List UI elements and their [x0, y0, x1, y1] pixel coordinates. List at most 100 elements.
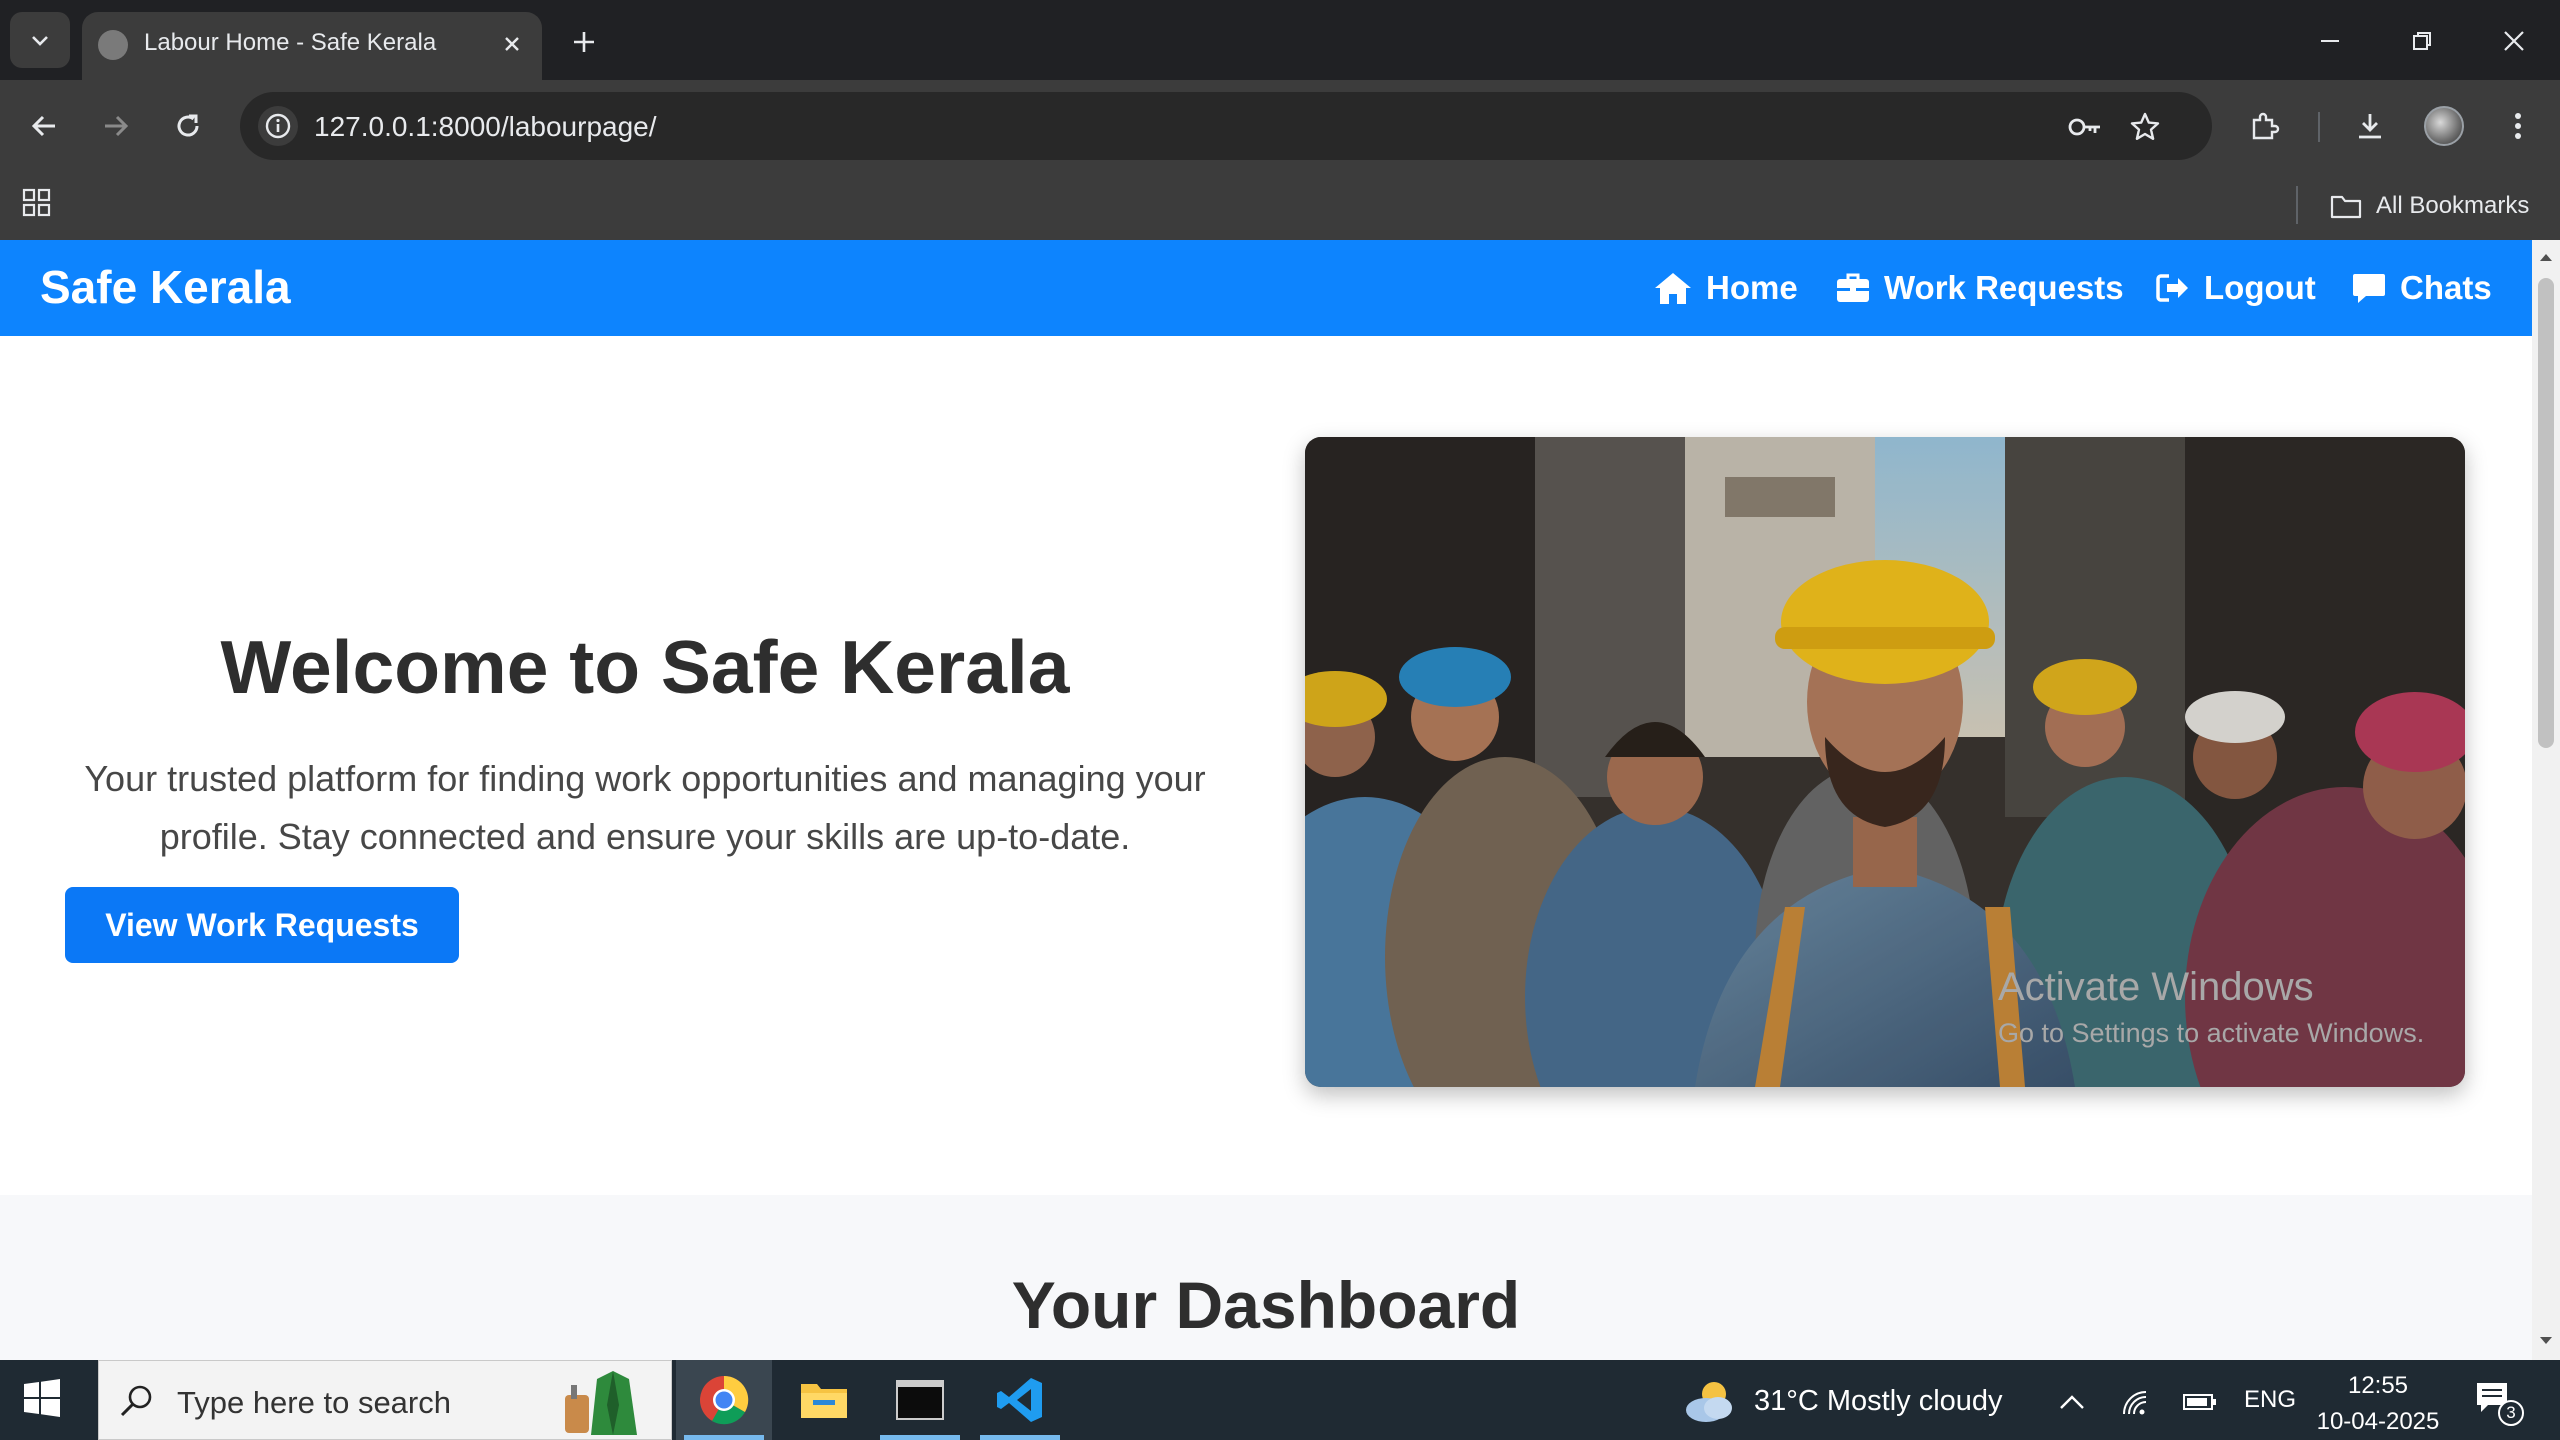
close-icon	[505, 37, 519, 51]
web-page: Safe Kerala Home Work Requests Logout Ch…	[0, 240, 2532, 1360]
site-info-button[interactable]	[258, 106, 298, 146]
taskbar-chrome[interactable]	[676, 1360, 772, 1440]
nav-work-requests[interactable]: Work Requests	[1836, 266, 2124, 310]
url-text: 127.0.0.1:8000/labourpage/	[314, 111, 657, 142]
sign-out-icon	[2156, 274, 2188, 302]
info-icon	[265, 113, 291, 139]
chevron-down-icon	[32, 36, 48, 46]
downloads-button[interactable]	[2346, 102, 2394, 150]
scrollbar-thumb[interactable]	[2538, 278, 2554, 748]
weather-widget[interactable]: 31°C Mostly cloudy	[1684, 1376, 2003, 1426]
wifi-icon	[2123, 1391, 2147, 1415]
windows-logo-icon	[24, 1379, 60, 1417]
all-bookmarks-label: All Bookmarks	[2376, 192, 2530, 219]
chrome-icon	[700, 1375, 749, 1425]
battery-charging-icon	[2183, 1394, 2216, 1410]
restore-button[interactable]	[2392, 14, 2452, 68]
reload-button[interactable]	[164, 102, 212, 150]
search-placeholder: Type here to search	[177, 1385, 451, 1420]
file-explorer-icon	[801, 1384, 847, 1418]
taskbar-search-box[interactable]: Type here to search	[98, 1360, 672, 1440]
notification-count-badge: 3	[2498, 1400, 2524, 1426]
brand-logo-link[interactable]: Safe Kerala	[40, 260, 291, 314]
taskbar-vscode[interactable]	[972, 1360, 1068, 1440]
show-hidden-icons-button[interactable]	[2052, 1382, 2092, 1422]
language-indicator[interactable]: ENG	[2244, 1386, 2296, 1414]
open-app-indicator	[980, 1435, 1060, 1440]
avatar	[2424, 106, 2464, 146]
activate-windows-title: Activate Windows	[1998, 965, 2314, 1009]
view-work-requests-button[interactable]: View Work Requests	[65, 887, 459, 963]
page-scrollbar[interactable]	[2532, 240, 2560, 1360]
partly-cloudy-icon	[1686, 1382, 1732, 1422]
more-vertical-icon	[2515, 113, 2521, 139]
scroll-up-icon[interactable]	[2539, 252, 2553, 262]
tab-close-button[interactable]	[494, 26, 530, 62]
address-bar[interactable]: 127.0.0.1:8000/labourpage/	[240, 92, 2212, 160]
clock-time: 12:55	[2347, 1372, 2409, 1399]
globe-icon	[98, 30, 128, 60]
taskbar-file-explorer[interactable]	[776, 1360, 872, 1440]
nav-home[interactable]: Home	[1654, 266, 1798, 310]
nav-logout[interactable]: Logout	[2156, 266, 2316, 310]
site-navbar: Safe Kerala Home Work Requests Logout Ch…	[0, 240, 2532, 336]
browser-menu-button[interactable]	[2494, 102, 2542, 150]
nav-home-label: Home	[1706, 269, 1798, 306]
close-window-button[interactable]	[2484, 14, 2544, 68]
key-icon	[2068, 118, 2100, 136]
taskbar-terminal[interactable]	[872, 1360, 968, 1440]
arrow-left-icon	[31, 115, 55, 137]
all-bookmarks-button[interactable]: All Bookmarks	[2330, 186, 2529, 226]
weather-text: 31°C Mostly cloudy	[1754, 1384, 2003, 1417]
vscode-icon	[997, 1378, 1042, 1422]
plus-icon	[574, 32, 594, 52]
nav-chats[interactable]: Chats	[2352, 266, 2492, 310]
dashboard-section: Your Dashboard	[0, 1195, 2532, 1360]
battery-button[interactable]	[2180, 1382, 2220, 1422]
chevron-up-icon	[2060, 1395, 2084, 1409]
clock[interactable]: 12:55 10-04-2025	[2316, 1368, 2440, 1440]
arrow-right-icon	[105, 115, 129, 137]
comment-icon	[2353, 274, 2385, 303]
browser-tab-strip: Labour Home - Safe Kerala	[0, 0, 2560, 80]
browser-tab[interactable]: Labour Home - Safe Kerala	[82, 12, 542, 80]
clock-date: 10-04-2025	[2316, 1408, 2440, 1435]
bookmarks-bar: All Bookmarks	[0, 172, 2560, 240]
password-key-button[interactable]	[2066, 108, 2104, 146]
restore-icon	[2413, 32, 2431, 50]
dashboard-title: Your Dashboard	[1011, 1268, 1521, 1342]
search-highlight-image	[565, 1371, 637, 1435]
windows-taskbar: Type here to search 31°C Mostly cloudy E…	[0, 1360, 2560, 1440]
briefcase-icon	[1837, 273, 1869, 302]
browser-toolbar: 127.0.0.1:8000/labourpage/	[0, 80, 2560, 172]
start-button[interactable]	[22, 1378, 66, 1422]
profile-avatar-button[interactable]	[2420, 102, 2468, 150]
bookmarks-divider	[2296, 186, 2298, 224]
action-center-button[interactable]: 3	[2474, 1380, 2524, 1426]
nav-work-requests-label: Work Requests	[1884, 269, 2124, 306]
toolbar-divider	[2318, 112, 2320, 142]
hero-description: Your trusted platform for finding work o…	[84, 758, 1206, 857]
tab-search-button[interactable]	[10, 12, 70, 68]
scroll-down-icon[interactable]	[2539, 1336, 2553, 1346]
reload-icon	[177, 114, 199, 137]
grid-icon	[22, 188, 51, 217]
new-tab-button[interactable]	[562, 20, 606, 64]
bookmark-star-button[interactable]	[2126, 108, 2164, 146]
search-icon	[120, 1385, 152, 1417]
network-button[interactable]	[2116, 1382, 2156, 1422]
minimize-button[interactable]	[2300, 14, 2360, 68]
close-icon	[2504, 31, 2524, 51]
hero-title: Welcome to Safe Kerala	[220, 625, 1070, 709]
terminal-icon	[896, 1380, 944, 1420]
folder-icon	[2330, 195, 2362, 219]
apps-grid-button[interactable]	[22, 188, 58, 224]
extensions-button[interactable]	[2240, 102, 2288, 150]
active-app-indicator	[684, 1435, 764, 1440]
nav-logout-label: Logout	[2204, 269, 2316, 306]
forward-button[interactable]	[92, 102, 140, 150]
nav-chats-label: Chats	[2400, 269, 2492, 306]
tab-title: Labour Home - Safe Kerala	[144, 29, 437, 56]
home-icon	[1655, 273, 1691, 304]
back-button[interactable]	[20, 102, 68, 150]
